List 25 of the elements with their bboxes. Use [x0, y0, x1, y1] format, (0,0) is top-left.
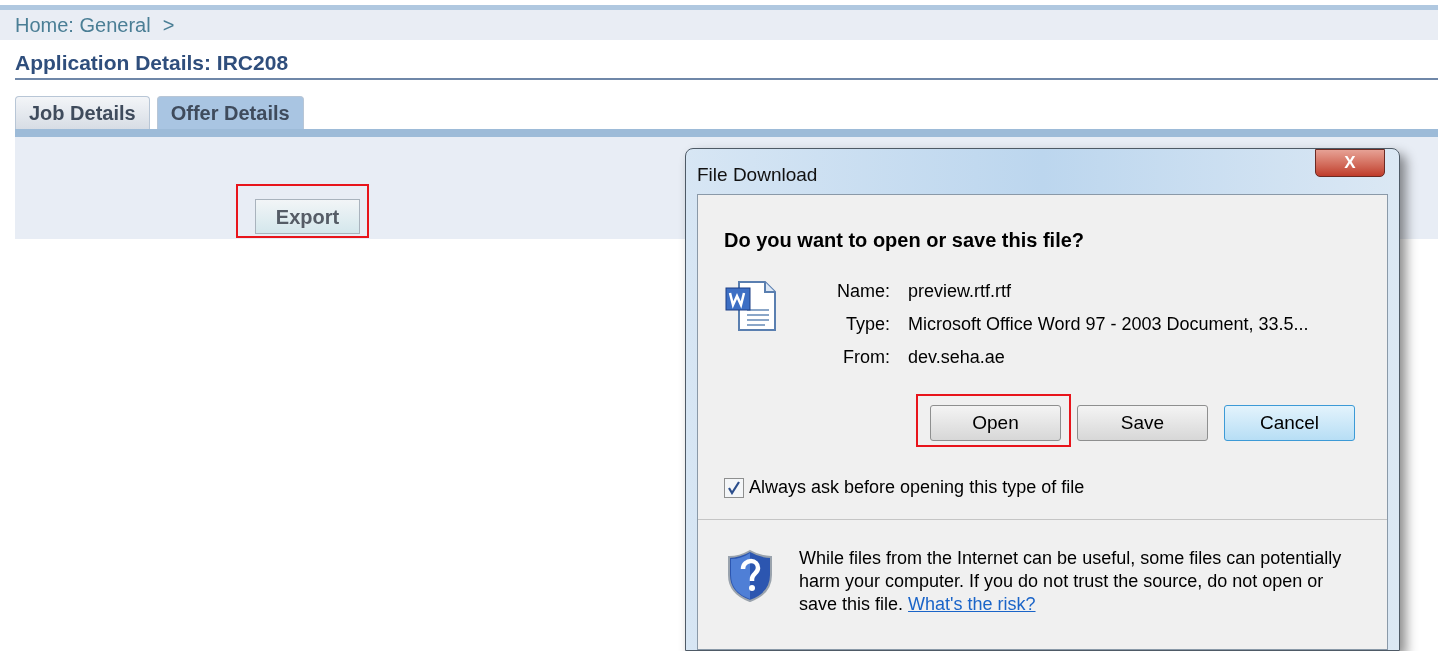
- dialog-button[interactable]: Open: [930, 405, 1061, 441]
- close-button[interactable]: X: [1315, 149, 1385, 177]
- word-document-icon: [725, 280, 777, 332]
- field-value: dev.seha.ae: [908, 346, 1006, 369]
- dialog-question: Do you want to open or save this file?: [724, 228, 1086, 253]
- dialog-title: File Download: [697, 163, 818, 187]
- tab[interactable]: Job Details: [15, 96, 150, 129]
- field-label: Name:: [837, 280, 890, 303]
- warning-text: While files from the Internet can be useful, some files can potentially harm your computer. If you do not trust the source, do not open or save this file. What's the risk?: [799, 547, 1343, 616]
- checkbox-label: Always ask before opening this type of file: [749, 476, 1085, 499]
- dialog-button[interactable]: Save: [1077, 405, 1208, 441]
- risk-link[interactable]: What's the risk?: [908, 594, 1036, 614]
- field-label: From:: [842, 346, 890, 369]
- checkmark-icon: [727, 480, 741, 495]
- dialog-button[interactable]: Cancel: [1224, 405, 1355, 441]
- field-label: Type:: [845, 313, 890, 336]
- shield-question-icon: [727, 549, 773, 603]
- field-value: Microsoft Office Word 97 - 2003 Document, 33.5...: [908, 313, 1309, 336]
- breadcrumb-separator: >: [162, 13, 175, 38]
- field-value: preview.rtf.rtf: [908, 280, 1013, 303]
- page-title: Application Details: IRC208: [15, 50, 289, 76]
- checkbox[interactable]: [724, 477, 744, 498]
- tab[interactable]: Offer Details: [156, 96, 304, 129]
- export-button[interactable]: Export: [255, 199, 360, 234]
- breadcrumb-link[interactable]: Home: General: [15, 10, 151, 40]
